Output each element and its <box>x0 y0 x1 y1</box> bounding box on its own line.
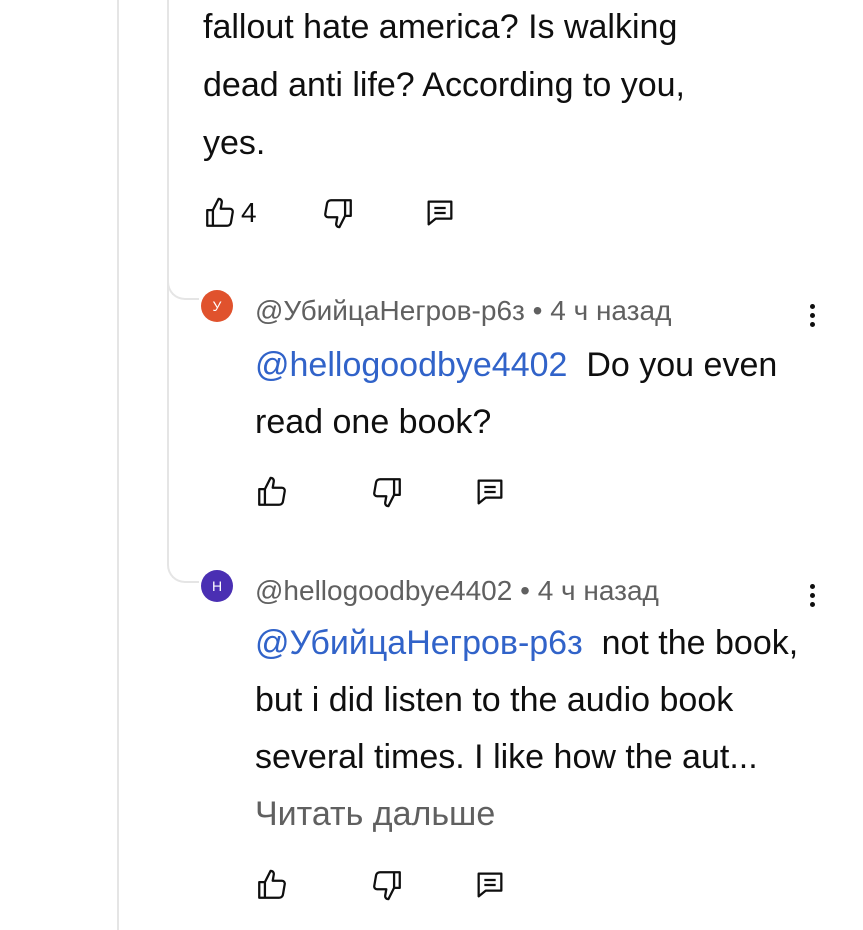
more-options-button[interactable] <box>800 295 824 335</box>
reply-button[interactable] <box>473 865 507 905</box>
reply-comment-icon <box>477 872 503 898</box>
more-vert-dot <box>809 592 815 598</box>
thumb-down-icon <box>324 199 352 229</box>
more-vert-dot <box>809 321 815 327</box>
reply-button[interactable] <box>423 193 457 233</box>
comment-meta: @УбийцаНегров-р6з • 4 ч назад <box>255 295 671 327</box>
dislike-button[interactable] <box>370 472 404 512</box>
comment-time: 4 ч назад <box>550 295 672 326</box>
more-vert-dot <box>809 601 815 607</box>
reply-comment-icon <box>427 200 453 226</box>
dislike-button[interactable] <box>370 865 404 905</box>
thumb-up-icon <box>258 476 286 506</box>
parent-comment-text: fallout hate america? Is walking dead an… <box>203 8 685 162</box>
avatar-letter: У <box>212 298 222 314</box>
reply-actions <box>255 865 525 905</box>
meta-separator: • <box>524 295 551 326</box>
comment-author[interactable]: @hellogoodbye4402 <box>255 575 512 606</box>
reply-actions <box>255 472 525 512</box>
comment-author[interactable]: @УбийцаНегров-р6з <box>255 295 525 326</box>
thumb-up-icon <box>258 869 286 899</box>
thumb-down-icon <box>373 478 401 508</box>
more-vert-dot <box>809 312 815 318</box>
like-count: 4 <box>241 197 257 228</box>
read-more-link[interactable]: Читать дальше <box>255 795 495 833</box>
mention-link[interactable]: @УбийцаНегров-р6з <box>255 624 583 662</box>
like-button[interactable]: 4 <box>203 193 257 233</box>
like-button[interactable] <box>255 472 289 512</box>
thumb-down-icon <box>373 871 401 901</box>
more-vert-icon <box>809 583 815 589</box>
avatar-letter: H <box>211 578 223 594</box>
avatar[interactable]: У <box>201 290 233 322</box>
comment-time: 4 ч назад <box>537 575 659 606</box>
thumb-up-icon <box>206 197 234 227</box>
like-button[interactable] <box>255 865 289 905</box>
more-vert-icon <box>809 303 815 309</box>
reply-comment-text: @УбийцаНегров-р6з not the book, but i di… <box>255 615 815 843</box>
mention-link[interactable]: @hellogoodbye4402 <box>255 346 567 384</box>
thread-connector <box>167 555 199 583</box>
thread-connector <box>167 272 199 300</box>
avatar[interactable]: H <box>201 570 233 602</box>
reply-comment-text: @hellogoodbye4402 Do you even read one b… <box>255 337 815 451</box>
dislike-button[interactable] <box>321 193 355 233</box>
parent-comment-actions: 4 <box>203 193 473 233</box>
meta-separator: • <box>512 575 538 606</box>
reply-button[interactable] <box>473 472 507 512</box>
reply-comment-icon <box>477 479 503 505</box>
comment-meta: @hellogoodbye4402 • 4 ч назад <box>255 575 659 607</box>
thread-line-outer <box>117 0 119 930</box>
more-options-button[interactable] <box>800 575 824 615</box>
